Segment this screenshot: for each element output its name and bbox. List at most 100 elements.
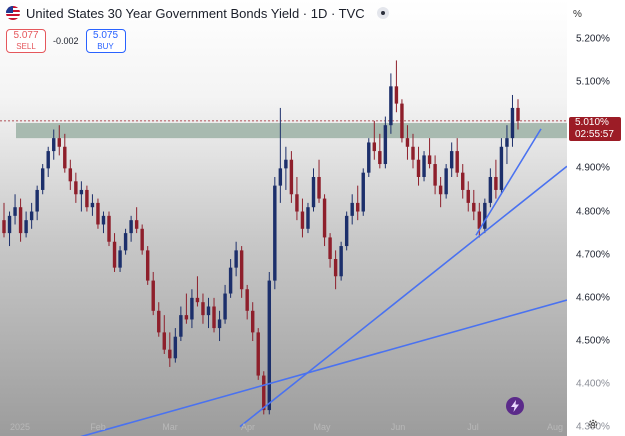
candle-body bbox=[488, 176, 493, 203]
time-axis-label: Jun bbox=[390, 422, 406, 432]
candle-body bbox=[300, 211, 305, 229]
sell-label: SELL bbox=[16, 42, 36, 51]
horizontal-zone bbox=[16, 123, 567, 139]
sell-button[interactable]: 5.077 SELL bbox=[6, 29, 46, 53]
market-status-icon[interactable] bbox=[376, 7, 389, 19]
us-flag-icon bbox=[6, 6, 20, 20]
candle-body bbox=[339, 246, 343, 277]
candle-body bbox=[267, 280, 272, 411]
price-tick-label: 4.900% bbox=[576, 162, 610, 174]
candle-body bbox=[322, 198, 327, 238]
candle-body bbox=[90, 202, 95, 208]
candle-body bbox=[29, 211, 34, 221]
candle-body bbox=[151, 280, 155, 311]
candle-body bbox=[101, 215, 106, 225]
time-axis-label: 2025 bbox=[9, 422, 31, 432]
candle-body bbox=[389, 86, 393, 126]
trendline[interactable] bbox=[239, 165, 567, 428]
candle-body bbox=[223, 293, 227, 320]
candle-body bbox=[190, 297, 194, 320]
candle-body bbox=[195, 297, 200, 303]
price-tick-label: 4.700% bbox=[576, 249, 610, 261]
candle-body bbox=[13, 207, 17, 216]
time-axis-label: Apr bbox=[240, 422, 256, 432]
candle-body bbox=[145, 250, 150, 281]
sell-price: 5.077 bbox=[13, 30, 39, 41]
candle-body bbox=[416, 159, 421, 177]
candle-body bbox=[217, 319, 222, 329]
candle-body bbox=[306, 207, 310, 229]
candle-body bbox=[455, 151, 459, 173]
candle-body bbox=[427, 155, 432, 165]
price-tick-label: 4.400% bbox=[576, 378, 610, 390]
candle-body bbox=[273, 185, 277, 281]
candle-body bbox=[461, 172, 465, 190]
candle-body bbox=[516, 107, 520, 121]
candle-body bbox=[499, 146, 504, 190]
time-axis-label: Mar bbox=[162, 422, 178, 432]
candle-body bbox=[394, 86, 399, 104]
candle-body bbox=[24, 220, 28, 234]
candle-body bbox=[466, 189, 470, 203]
price-tick-label: 5.100% bbox=[576, 76, 610, 88]
current-price-tag: 5.010% 02:55:57 bbox=[569, 116, 621, 141]
candle-body bbox=[422, 155, 426, 177]
price-axis[interactable]: % 5.200% 5.100% 4.900% 4.800% 4.700% 4.600% 4.… bbox=[567, 0, 625, 436]
candlestick-plot[interactable] bbox=[0, 0, 567, 436]
price-tick-label: 4.600% bbox=[576, 292, 610, 304]
candle-body bbox=[40, 168, 45, 190]
price-tick-label: 5.200% bbox=[576, 33, 610, 45]
candle-body bbox=[234, 250, 238, 268]
candle-body bbox=[438, 185, 443, 195]
time-axis-label: Jul bbox=[467, 422, 479, 432]
candle-body bbox=[372, 142, 377, 152]
buy-label: BUY bbox=[97, 42, 114, 51]
candle-body bbox=[173, 336, 178, 359]
candle-body bbox=[157, 310, 161, 333]
candle-body bbox=[123, 233, 128, 251]
candle-countdown: 02:55:57 bbox=[575, 128, 614, 140]
candle-body bbox=[184, 315, 189, 320]
time-axis-label: Feb bbox=[90, 422, 106, 432]
candle-body bbox=[405, 138, 410, 147]
candle-body bbox=[162, 332, 166, 350]
price-tick-label: 4.800% bbox=[576, 206, 610, 218]
candle-body bbox=[483, 202, 487, 229]
candle-body bbox=[295, 194, 299, 212]
candle-body bbox=[289, 159, 294, 195]
candle-body bbox=[477, 211, 482, 229]
candle-body bbox=[367, 142, 371, 173]
candle-body bbox=[179, 315, 183, 337]
candle-body bbox=[68, 168, 73, 182]
candle-body bbox=[411, 146, 415, 160]
candle-body bbox=[35, 189, 39, 212]
candle-body bbox=[449, 151, 454, 169]
candle-body bbox=[433, 164, 437, 186]
chart-canvas[interactable]: United States 30 Year Government Bonds Y… bbox=[0, 0, 568, 436]
axis-unit[interactable]: % bbox=[573, 9, 582, 20]
spread-value: -0.002 bbox=[53, 36, 79, 46]
candle-body bbox=[361, 172, 365, 212]
candle-body bbox=[201, 302, 205, 316]
candle-body bbox=[134, 220, 139, 229]
candle-body bbox=[510, 107, 515, 139]
candle-body bbox=[7, 215, 12, 234]
candle-body bbox=[444, 168, 448, 195]
candle-body bbox=[378, 151, 382, 165]
candle-body bbox=[383, 125, 388, 165]
candle-body bbox=[239, 250, 244, 290]
lightning-icon[interactable] bbox=[506, 397, 524, 415]
gear-icon[interactable] bbox=[587, 418, 599, 430]
current-price-value: 5.010% bbox=[575, 116, 609, 128]
buy-button[interactable]: 5.075 BUY bbox=[85, 29, 126, 53]
symbol-header[interactable]: United States 30 Year Government Bonds Y… bbox=[0, 0, 389, 26]
candle-body bbox=[317, 176, 321, 199]
candle-body bbox=[356, 202, 360, 212]
candle-body bbox=[333, 259, 338, 277]
candle-body bbox=[168, 349, 172, 359]
candle-body bbox=[245, 289, 249, 311]
candle-body bbox=[212, 306, 216, 329]
candle-body bbox=[129, 220, 133, 234]
candle-body bbox=[74, 181, 78, 195]
symbol-title: United States 30 Year Government Bonds Y… bbox=[26, 5, 365, 21]
